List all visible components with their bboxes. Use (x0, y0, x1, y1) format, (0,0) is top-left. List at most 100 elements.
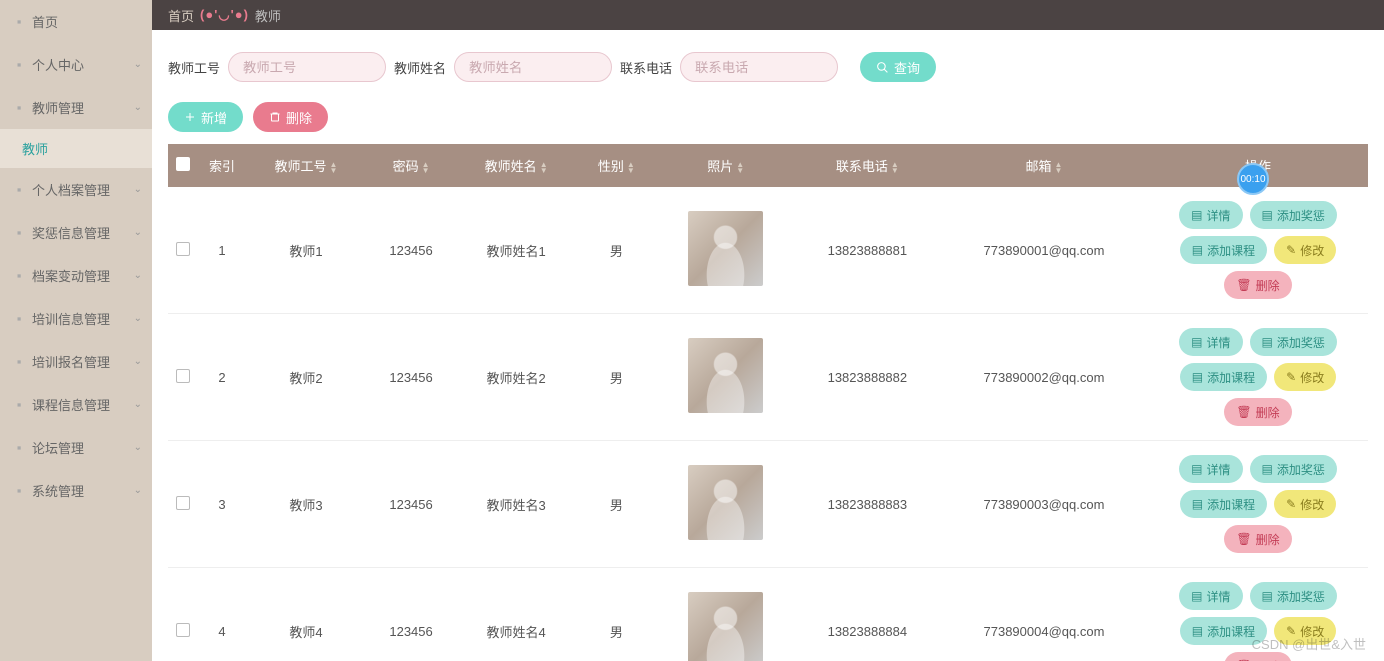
sort-icon[interactable]: ▲▼ (736, 162, 744, 174)
swap-icon: ▪ (12, 269, 26, 283)
file-icon: ▤ (1192, 243, 1203, 257)
column-header[interactable]: 密码▲▼ (366, 144, 456, 187)
sidebar-item-7[interactable]: ▪培训报名管理⌄ (0, 340, 152, 383)
cell-phone: 13823888881 (795, 187, 940, 314)
cell-index: 4 (198, 568, 246, 661)
add-button[interactable]: 新增 (168, 102, 243, 132)
input-teacher-id[interactable] (228, 52, 386, 82)
cell-email: 773890003@qq.com (940, 441, 1148, 568)
sidebar-item-4[interactable]: ▪奖惩信息管理⌄ (0, 211, 152, 254)
column-header[interactable]: 性别▲▼ (576, 144, 656, 187)
chevron-down-icon: ⌄ (134, 356, 142, 367)
cell-id: 教师3 (246, 441, 366, 568)
detail-button[interactable]: ▤详情 (1179, 201, 1242, 229)
cell-name: 教师姓名4 (456, 568, 576, 661)
plus-icon (184, 111, 196, 123)
edit-button[interactable]: ✎修改 (1274, 363, 1336, 391)
sort-icon[interactable]: ▲▼ (627, 162, 635, 174)
sidebar-item-label: 个人档案管理 (32, 180, 110, 199)
cell-ops: ▤详情 ▤添加奖惩 ▤添加课程 ✎修改 🗑删除 (1148, 314, 1368, 441)
row-delete-button[interactable]: 🗑删除 (1224, 271, 1291, 299)
sidebar-item-6[interactable]: ▪培训信息管理⌄ (0, 297, 152, 340)
edit-button[interactable]: ✎修改 (1274, 490, 1336, 518)
file-icon: ▤ (1262, 589, 1273, 603)
column-header[interactable]: 照片▲▼ (657, 144, 795, 187)
chevron-down-icon: ⌄ (134, 270, 142, 281)
chevron-down-icon: ⌄ (134, 59, 142, 70)
column-header[interactable]: 教师工号▲▼ (246, 144, 366, 187)
sort-icon[interactable]: ▲▼ (1055, 162, 1063, 174)
column-header[interactable]: 联系电话▲▼ (795, 144, 940, 187)
add-button-label: 新增 (201, 108, 227, 127)
add-course-button[interactable]: ▤添加课程 (1180, 617, 1267, 645)
sidebar-item-1[interactable]: ▪个人中心⌄ (0, 43, 152, 86)
add-course-button[interactable]: ▤添加课程 (1180, 236, 1267, 264)
sidebar-item-10[interactable]: ▪系统管理⌄ (0, 469, 152, 512)
column-header[interactable]: 邮箱▲▼ (940, 144, 1148, 187)
row-delete-button[interactable]: 🗑删除 (1224, 652, 1291, 661)
sidebar-item-label: 档案变动管理 (32, 266, 110, 285)
sidebar-item-3[interactable]: ▪个人档案管理⌄ (0, 168, 152, 211)
sidebar-item-5[interactable]: ▪ 档案变动管理 ⌄ (0, 254, 152, 297)
avatar (688, 211, 763, 286)
star-icon: ▪ (12, 226, 26, 240)
delete-button[interactable]: 删除 (253, 102, 328, 132)
column-header: 索引 (198, 144, 246, 187)
edit-icon: ✎ (1286, 497, 1296, 511)
edit-button[interactable]: ✎修改 (1274, 617, 1336, 645)
row-checkbox[interactable] (176, 496, 190, 510)
sidebar: ▪首页▪个人中心⌄▪教师管理⌄教师▪个人档案管理⌄▪奖惩信息管理⌄▪档案变动管理… (0, 0, 152, 661)
cell-name: 教师姓名3 (456, 441, 576, 568)
add-course-button[interactable]: ▤添加课程 (1180, 490, 1267, 518)
sidebar-subitem[interactable]: 教师 (0, 129, 152, 168)
label-phone: 联系电话 (620, 58, 672, 77)
sidebar-item-0[interactable]: ▪首页 (0, 0, 152, 43)
sidebar-item-9[interactable]: ▪论坛管理⌄ (0, 426, 152, 469)
file-icon: ▤ (1192, 624, 1203, 638)
add-reward-button[interactable]: ▤添加奖惩 (1250, 582, 1337, 610)
input-teacher-name[interactable] (454, 52, 612, 82)
row-checkbox[interactable] (176, 369, 190, 383)
cell-index: 3 (198, 441, 246, 568)
table-row: 2 教师2 123456 教师姓名2 男 13823888882 7738900… (168, 314, 1368, 441)
gear-icon: ▪ (12, 484, 26, 498)
cell-photo (657, 187, 795, 314)
home-icon: ▪ (12, 15, 26, 29)
edit-button[interactable]: ✎修改 (1274, 236, 1336, 264)
row-checkbox[interactable] (176, 623, 190, 637)
sidebar-item-label: 论坛管理 (32, 438, 84, 457)
sort-icon[interactable]: ▲▼ (422, 162, 430, 174)
sort-icon[interactable]: ▲▼ (330, 162, 338, 174)
sort-icon[interactable]: ▲▼ (540, 162, 548, 174)
add-reward-button[interactable]: ▤添加奖惩 (1250, 328, 1337, 356)
query-button[interactable]: 查询 (860, 52, 936, 82)
cell-gender: 男 (576, 441, 656, 568)
cell-id: 教师4 (246, 568, 366, 661)
sidebar-item-label: 奖惩信息管理 (32, 223, 110, 242)
avatar (688, 465, 763, 540)
cell-gender: 男 (576, 314, 656, 441)
cell-index: 1 (198, 187, 246, 314)
label-teacher-id: 教师工号 (168, 58, 220, 77)
cell-password: 123456 (366, 187, 456, 314)
sidebar-item-8[interactable]: ▪课程信息管理⌄ (0, 383, 152, 426)
row-checkbox[interactable] (176, 242, 190, 256)
cell-gender: 男 (576, 187, 656, 314)
checkbox-all[interactable] (176, 157, 190, 171)
breadcrumb-home[interactable]: 首页 (168, 6, 194, 25)
file-icon: ▤ (1191, 462, 1202, 476)
detail-button[interactable]: ▤详情 (1179, 582, 1242, 610)
row-delete-button[interactable]: 🗑删除 (1224, 398, 1291, 426)
add-reward-button[interactable]: ▤添加奖惩 (1250, 201, 1337, 229)
sidebar-item-2[interactable]: ▪教师管理⌄ (0, 86, 152, 129)
trash-icon: 🗑 (1236, 532, 1251, 546)
sort-icon[interactable]: ▲▼ (891, 162, 899, 174)
input-phone[interactable] (680, 52, 838, 82)
add-course-button[interactable]: ▤添加课程 (1180, 363, 1267, 391)
add-reward-button[interactable]: ▤添加奖惩 (1250, 455, 1337, 483)
detail-button[interactable]: ▤详情 (1179, 455, 1242, 483)
row-delete-button[interactable]: 🗑删除 (1224, 525, 1291, 553)
column-header[interactable]: 教师姓名▲▼ (456, 144, 576, 187)
detail-button[interactable]: ▤详情 (1179, 328, 1242, 356)
delete-button-label: 删除 (286, 108, 312, 127)
